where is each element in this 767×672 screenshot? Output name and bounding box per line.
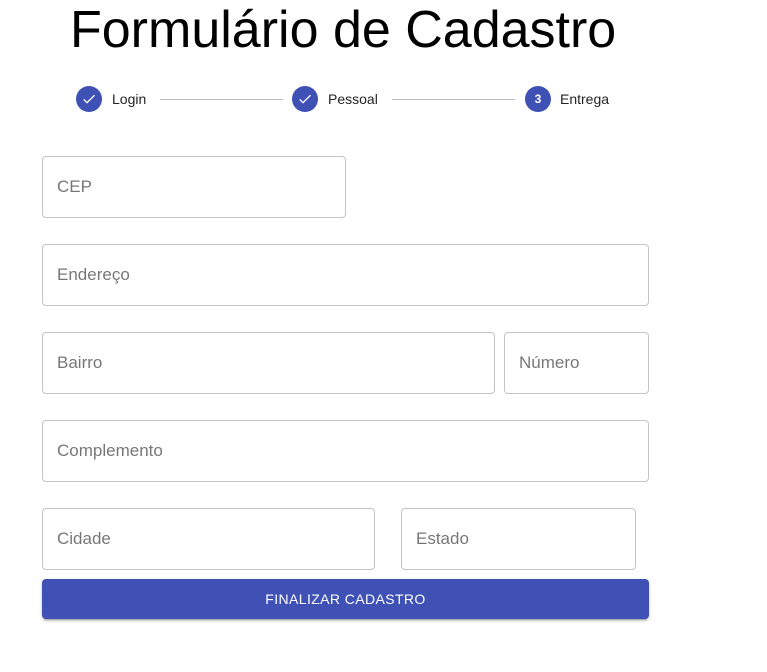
endereco-field [42, 244, 649, 306]
step-entrega-label: Entrega [560, 91, 610, 107]
finalizar-cadastro-button[interactable]: FINALIZAR CADASTRO [42, 579, 649, 619]
registration-page: Formulário de Cadastro Login Pessoal 3 E… [0, 0, 767, 672]
estado-input[interactable] [402, 509, 635, 569]
complemento-input[interactable] [43, 421, 648, 481]
complemento-field [42, 420, 649, 482]
bairro-input[interactable] [43, 333, 494, 393]
page-title: Formulário de Cadastro [70, 1, 617, 59]
step-connector [160, 99, 283, 100]
bairro-field [42, 332, 495, 394]
cidade-input[interactable] [43, 509, 374, 569]
cep-field [42, 156, 346, 218]
step-number: 3 [534, 92, 542, 106]
estado-field [401, 508, 636, 570]
step-login-check-icon [76, 86, 102, 112]
cidade-field [42, 508, 375, 570]
step-pessoal-label: Pessoal [328, 91, 378, 107]
step-login-label: Login [112, 91, 147, 107]
numero-input[interactable] [505, 333, 648, 393]
cep-input[interactable] [43, 157, 345, 217]
step-pessoal-check-icon [292, 86, 318, 112]
stepper: Login Pessoal 3 Entrega [76, 86, 636, 112]
endereco-input[interactable] [43, 245, 648, 305]
step-connector [392, 99, 515, 100]
numero-field [504, 332, 649, 394]
step-entrega-number-icon: 3 [525, 86, 551, 112]
